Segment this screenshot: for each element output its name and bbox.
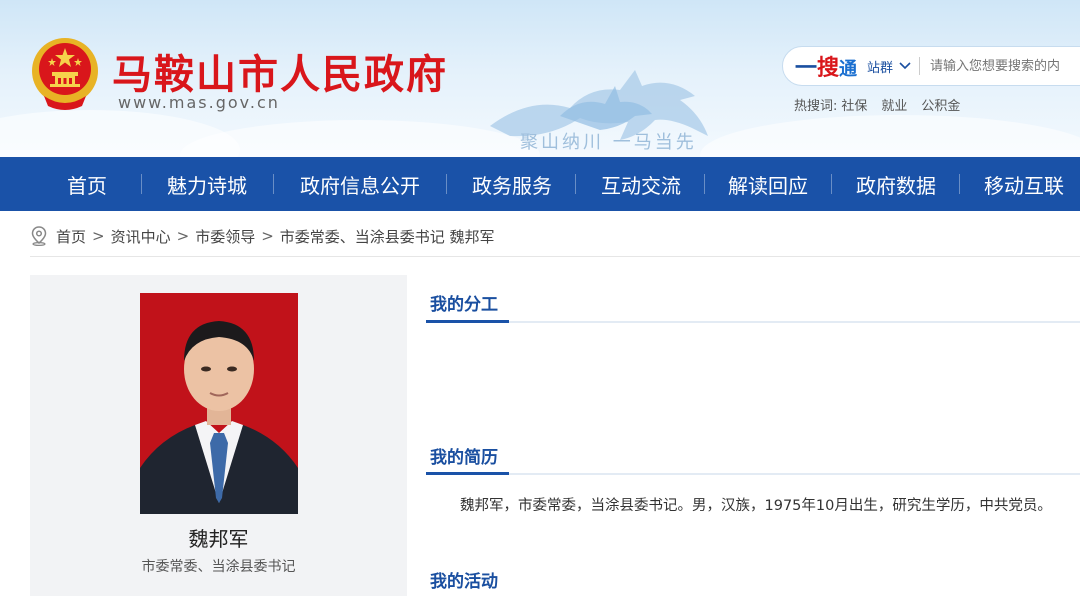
person-title: 市委常委、当涂县委书记 bbox=[141, 559, 296, 575]
nav-item-gov-info[interactable]: 政府信息公开 bbox=[300, 157, 420, 211]
profile-photo bbox=[140, 293, 298, 514]
nav-item-mobile[interactable]: 移动互联 bbox=[984, 157, 1064, 211]
nav-separator bbox=[704, 174, 705, 194]
national-emblem-icon[interactable] bbox=[30, 36, 100, 110]
section-title-resume: 我的简历 bbox=[430, 448, 498, 468]
nav-item-charm-city[interactable]: 魅力诗城 bbox=[167, 157, 247, 211]
main-nav: 首页 魅力诗城 政府信息公开 政务服务 互动交流 解读回应 政府数据 移动互联 bbox=[0, 157, 1080, 211]
site-title[interactable]: 马鞍山市人民政府 bbox=[112, 42, 448, 100]
nav-item-home[interactable]: 首页 bbox=[67, 157, 107, 211]
section-title-duties: 我的分工 bbox=[430, 295, 498, 315]
search-logo-tong: 通 bbox=[839, 59, 858, 80]
nav-separator bbox=[141, 174, 142, 194]
hot-word-link[interactable]: 公积金 bbox=[921, 95, 960, 114]
search-logo-sou: 搜 bbox=[817, 56, 840, 81]
site-header: 马鞍山市人民政府 www.mas.gov.cn 聚山纳川 一马当先 一 搜 通 … bbox=[0, 0, 1080, 157]
breadcrumb-separator: > bbox=[261, 227, 274, 245]
nav-item-gov-services[interactable]: 政务服务 bbox=[472, 157, 552, 211]
profile-card: 魏邦军 市委常委、当涂县委书记 bbox=[30, 275, 407, 596]
person-portrait-icon bbox=[140, 293, 298, 514]
nav-separator bbox=[446, 174, 447, 194]
section-divider bbox=[426, 320, 1080, 323]
station-selector[interactable]: 站群 bbox=[867, 57, 911, 76]
breadcrumb-divider bbox=[30, 256, 1080, 257]
breadcrumb-separator: > bbox=[92, 227, 105, 245]
search-divider bbox=[919, 57, 921, 75]
nav-separator bbox=[831, 174, 832, 194]
chevron-down-icon bbox=[899, 62, 911, 70]
nav-separator bbox=[575, 174, 576, 194]
search-logo: 一 搜 通 bbox=[795, 50, 857, 82]
hot-word-link[interactable]: 社保 bbox=[841, 95, 867, 114]
person-name: 魏邦军 bbox=[188, 527, 249, 551]
location-pin-icon bbox=[31, 226, 47, 246]
nav-separator bbox=[273, 174, 274, 194]
station-selector-label: 站群 bbox=[867, 60, 894, 76]
site-slogan: 聚山纳川 一马当先 bbox=[520, 132, 697, 153]
breadcrumb-separator: > bbox=[176, 227, 190, 245]
nav-item-gov-data[interactable]: 政府数据 bbox=[856, 157, 936, 211]
nav-item-interpretation[interactable]: 解读回应 bbox=[728, 157, 808, 211]
breadcrumb: 首页 > 资讯中心 > 市委领导 > 市委常委、当涂县委书记 魏邦军 bbox=[30, 224, 495, 248]
breadcrumb-link[interactable]: 首页 bbox=[56, 226, 86, 247]
section-title-activities: 我的活动 bbox=[430, 572, 498, 592]
search-logo-yi: 一 bbox=[795, 56, 818, 81]
hot-words-label: 热搜词: bbox=[794, 99, 838, 114]
section-divider bbox=[426, 472, 1080, 475]
breadcrumb-link[interactable]: 资讯中心 bbox=[111, 226, 171, 247]
nav-item-interaction[interactable]: 互动交流 bbox=[601, 157, 681, 211]
search-box: 一 搜 通 站群 bbox=[782, 46, 1080, 86]
breadcrumb-link[interactable]: 市委领导 bbox=[195, 226, 255, 247]
search-input[interactable] bbox=[928, 57, 1073, 75]
nav-separator bbox=[959, 174, 960, 194]
resume-text: 魏邦军，市委常委，当涂县委书记。男，汉族，1975年10月出生，研究生学历，中共… bbox=[460, 498, 1052, 514]
site-url: www.mas.gov.cn bbox=[118, 93, 280, 112]
hot-words: 热搜词: 社保 就业 公积金 bbox=[794, 95, 960, 114]
breadcrumb-current: 市委常委、当涂县委书记 魏邦军 bbox=[279, 227, 495, 246]
hot-word-link[interactable]: 就业 bbox=[881, 95, 907, 114]
